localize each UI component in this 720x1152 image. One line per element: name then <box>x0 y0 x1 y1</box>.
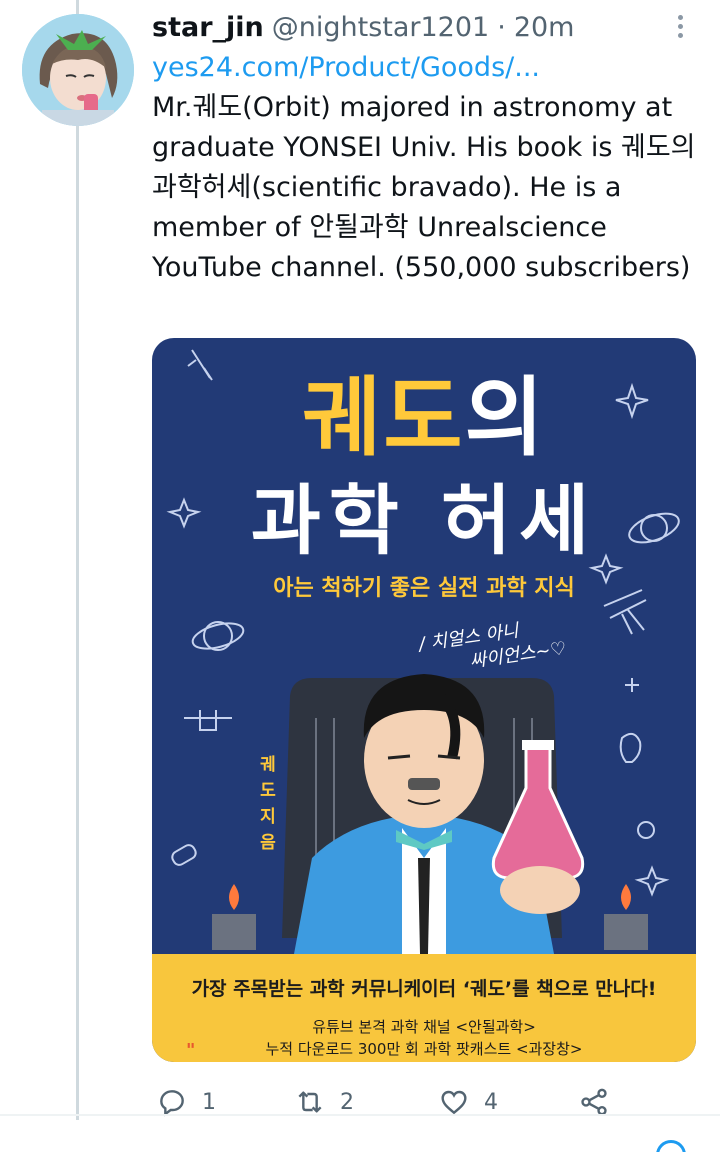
tweet-link[interactable]: yes24.com/Product/Goods/... <box>152 50 540 86</box>
author-char: 지 <box>260 807 276 827</box>
banner-quote-mark: " <box>186 1040 196 1061</box>
banner-headline: 가장 주목받는 과학 커뮤니케이터 ‘궤도’를 책으로 만나다! <box>191 978 657 1000</box>
title-line2: 과학 허세 <box>250 476 598 565</box>
banner-line-1: 유튜브 본격 과학 채널 <안될과학> <box>312 1018 536 1036</box>
title-line1-b: 의 <box>464 368 546 468</box>
banner-line-2: 누적 다운로드 300만 회 과학 팟캐스트 <과장창> <box>265 1040 583 1058</box>
author-char: 도 <box>260 781 276 801</box>
tweet-header: star_jin @nightstar1201 · 20m <box>152 10 574 46</box>
like-count: 4 <box>484 1089 498 1115</box>
user-handle[interactable]: @nightstar1201 <box>272 10 489 46</box>
author-credit: 궤 도 지 음 <box>258 752 278 856</box>
tweet-text: Mr.궤도(Orbit) majored in astronomy at gra… <box>152 92 696 283</box>
thread-line <box>76 0 79 1120</box>
display-name[interactable]: star_jin <box>152 10 264 46</box>
tweet-divider <box>0 1114 720 1116</box>
title-line1-a: 궤도 <box>302 368 465 468</box>
cover-banner: 가장 주목받는 과학 커뮤니케이터 ‘궤도’를 책으로 만나다! 유튜브 본격 … <box>152 954 696 1062</box>
author-char: 음 <box>260 833 276 853</box>
reply-count: 1 <box>202 1089 216 1115</box>
compose-icon[interactable] <box>656 1140 686 1152</box>
avatar-image <box>22 14 134 126</box>
book-cover-image[interactable]: 궤도의 과학 허세 아는 척하기 좋은 실전 과학 지식 / 치얼스 아니 싸이… <box>152 338 696 1062</box>
header-separator: · <box>497 12 506 43</box>
retweet-count: 2 <box>340 1089 354 1115</box>
more-icon[interactable] <box>672 12 688 44</box>
avatar[interactable] <box>22 14 134 126</box>
author-char: 궤 <box>260 755 276 775</box>
tweet-timestamp[interactable]: 20m <box>514 10 575 46</box>
book-subtitle: 아는 척하기 좋은 실전 과학 지식 <box>273 576 575 601</box>
book-title: 궤도의 과학 허세 <box>152 368 696 568</box>
